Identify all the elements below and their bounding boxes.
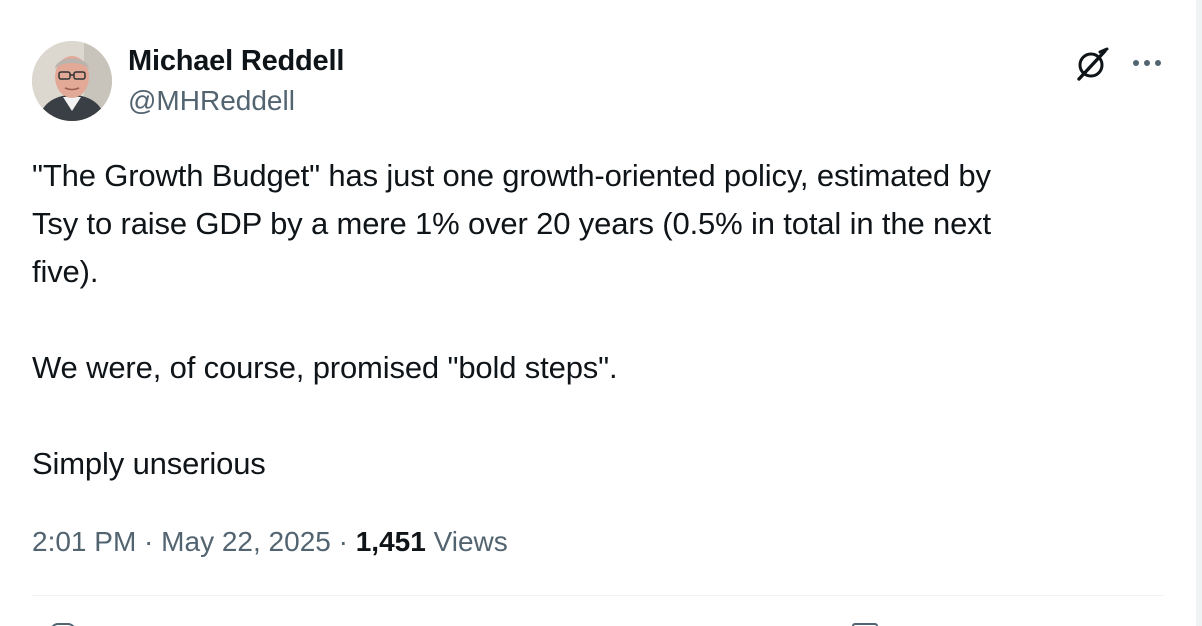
- meta-separator: ·: [330, 526, 356, 557]
- divider: [32, 595, 1164, 596]
- author-name[interactable]: Michael Reddell: [128, 41, 344, 81]
- views-count[interactable]: 1,451: [356, 526, 426, 557]
- tweet-meta: 2:01 PM · May 22, 2025 · 1,451 Views: [32, 520, 508, 564]
- more-options-icon[interactable]: [1129, 49, 1165, 77]
- author-block: Michael Reddell @MHReddell: [128, 41, 344, 121]
- author-handle[interactable]: @MHReddell: [128, 81, 344, 121]
- avatar[interactable]: [32, 41, 112, 121]
- tweet-date[interactable]: May 22, 2025: [161, 526, 331, 557]
- avatar-photo: [32, 41, 112, 121]
- tweet-paragraph: We were, of course, promised "bold steps…: [32, 350, 618, 385]
- tweet-paragraph: "The Growth Budget" has just one growth-…: [32, 158, 991, 289]
- meta-separator: ·: [136, 526, 162, 557]
- views-label: Views: [425, 526, 508, 557]
- timeline-border: [1196, 0, 1202, 626]
- tweet-time[interactable]: 2:01 PM: [32, 526, 136, 557]
- tweet-page: Michael Reddell @MHReddell "The Growth B…: [0, 0, 1202, 626]
- tweet-paragraph: Simply unserious: [32, 446, 266, 481]
- tweet-header: Michael Reddell @MHReddell: [32, 41, 1172, 123]
- tweet-text: "The Growth Budget" has just one growth-…: [32, 152, 1162, 488]
- grok-icon[interactable]: [1072, 44, 1112, 84]
- action-bar: [32, 620, 1164, 626]
